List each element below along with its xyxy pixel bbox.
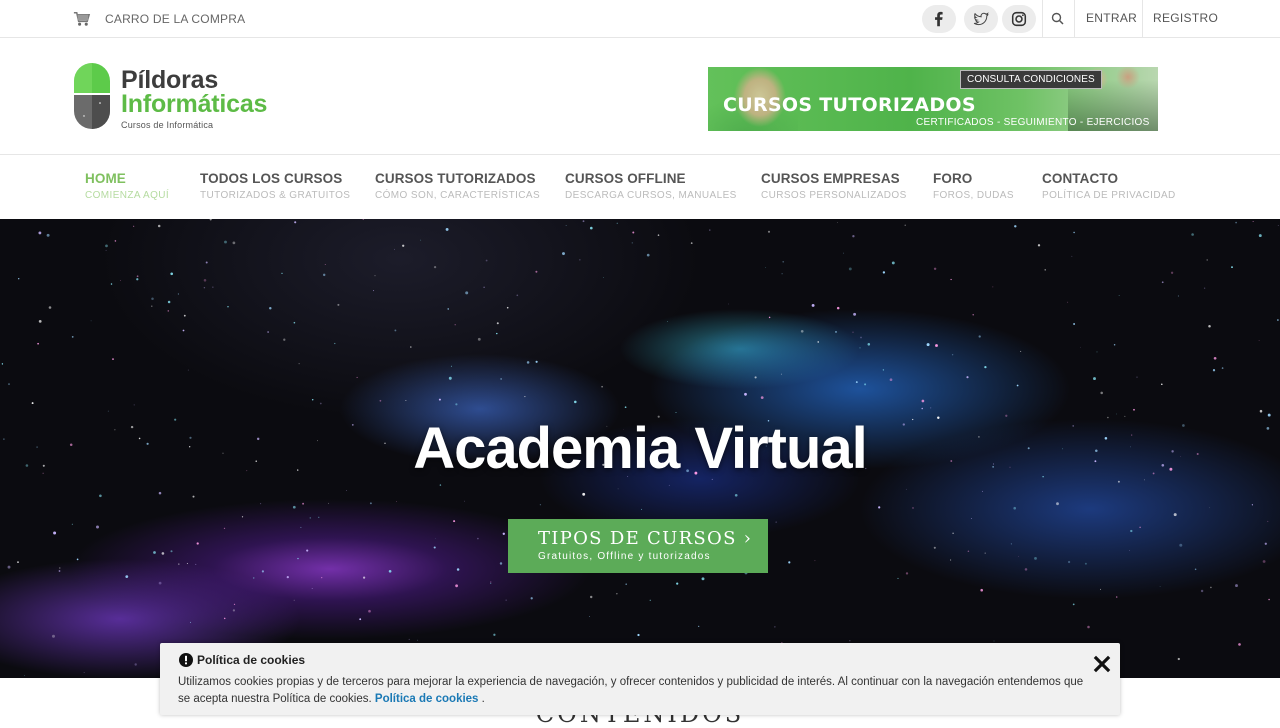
shopping-cart-link[interactable]: CARRO DE LA COMPRA (72, 9, 245, 28)
cookie-notice-trailing: . (481, 693, 485, 705)
shopping-cart-icon (73, 12, 91, 26)
nav-item-contact[interactable]: CONTACTO POLÍTICA DE PRIVACIDAD (1042, 171, 1176, 201)
twitter-button[interactable] (964, 5, 998, 33)
nav-item-title: CURSOS OFFLINE (565, 171, 686, 186)
cookie-notice-header: Política de cookies (179, 653, 305, 667)
logo-text-line1: Píldoras (121, 66, 219, 94)
banner-subtitle: CERTIFICADOS - SEGUIMIENTO - EJERCICIOS (916, 117, 1150, 128)
nav-item-all-courses[interactable]: TODOS LOS CURSOS TUTORIZADOS & GRATUITOS (200, 171, 350, 201)
nav-item-title: TODOS LOS CURSOS (200, 171, 343, 186)
cookie-notice-text: Utilizamos cookies propias y de terceros… (178, 674, 1088, 708)
hero-title: Academia Virtual (413, 416, 868, 481)
cart-label: CARRO DE LA COMPRA (105, 11, 246, 26)
tutored-courses-banner[interactable]: CONSULTA CONDICIONES CURSOS TUTORIZADOS … (708, 67, 1158, 131)
site-header: Píldoras Informáticas Cursos de Informát… (0, 38, 1280, 155)
nav-item-home[interactable]: HOME COMIENZA AQUÍ (85, 171, 169, 201)
cookie-notice-title: Política de cookies (197, 653, 306, 667)
nav-item-title: CURSOS TUTORIZADOS (375, 171, 536, 186)
instagram-button[interactable] (1002, 5, 1036, 33)
banner-title: CURSOS TUTORIZADOS (723, 94, 976, 116)
nav-item-subtitle: POLÍTICA DE PRIVACIDAD (1042, 190, 1176, 201)
cookie-policy-link[interactable]: Política de cookies (375, 693, 479, 705)
main-nav: HOME COMIENZA AQUÍ TODOS LOS CURSOS TUTO… (0, 155, 1280, 219)
hero-section: Academia Virtual TIPOS DE CURSOS › Gratu… (0, 219, 1280, 678)
cookie-notice-body: Utilizamos cookies propias y de terceros… (178, 676, 1084, 705)
nav-item-business-courses[interactable]: CURSOS EMPRESAS CURSOS PERSONALIZADOS (761, 171, 907, 201)
nav-item-subtitle: FOROS, DUDAS (933, 190, 1014, 201)
search-icon[interactable] (1048, 9, 1068, 29)
nav-item-subtitle: CÓMO SON, CARACTERÍSTICAS (375, 190, 541, 201)
nav-item-tutored-courses[interactable]: CURSOS TUTORIZADOS CÓMO SON, CARACTERÍST… (375, 171, 540, 201)
nav-item-title: FORO (933, 171, 973, 186)
nav-item-subtitle: COMIENZA AQUÍ (85, 190, 170, 201)
site-logo[interactable]: Píldoras Informáticas Cursos de Informát… (72, 61, 267, 133)
nav-item-title: HOME (85, 171, 126, 186)
warning-icon (179, 653, 193, 667)
facebook-icon (935, 11, 943, 27)
divider (1142, 0, 1143, 37)
login-link[interactable]: ENTRAR (1086, 11, 1137, 25)
banner-tag: CONSULTA CONDICIONES (960, 70, 1102, 89)
cookie-notice: Política de cookies Utilizamos cookies p… (160, 643, 1120, 715)
nav-item-subtitle: CURSOS PERSONALIZADOS (761, 190, 907, 201)
logo-tagline: Cursos de Informática (121, 120, 214, 130)
top-bar: CARRO DE LA COMPRA ENTRAR REGISTRO (0, 0, 1280, 38)
nav-item-forum[interactable]: FORO FOROS, DUDAS (933, 171, 1014, 201)
nav-item-title: CURSOS EMPRESAS (761, 171, 900, 186)
course-types-button[interactable]: TIPOS DE CURSOS › Gratuitos, Offline y t… (508, 519, 768, 573)
divider (1042, 0, 1043, 37)
twitter-icon (973, 12, 989, 26)
logo-text-line2: Informáticas (121, 90, 268, 118)
instagram-icon (1011, 11, 1027, 27)
nav-item-subtitle: DESCARGA CURSOS, MANUALES (565, 190, 737, 201)
nav-item-offline-courses[interactable]: CURSOS OFFLINE DESCARGA CURSOS, MANUALES (565, 171, 737, 201)
nav-item-subtitle: TUTORIZADOS & GRATUITOS (200, 190, 351, 201)
divider (1074, 0, 1075, 37)
course-types-button-sublabel: Gratuitos, Offline y tutorizados (538, 551, 711, 562)
logo-pill-icon (74, 63, 110, 129)
close-icon[interactable] (1092, 654, 1112, 674)
facebook-button[interactable] (922, 5, 956, 33)
register-link[interactable]: REGISTRO (1153, 11, 1218, 25)
nav-item-title: CONTACTO (1042, 171, 1119, 186)
course-types-button-label: TIPOS DE CURSOS › (538, 528, 753, 549)
